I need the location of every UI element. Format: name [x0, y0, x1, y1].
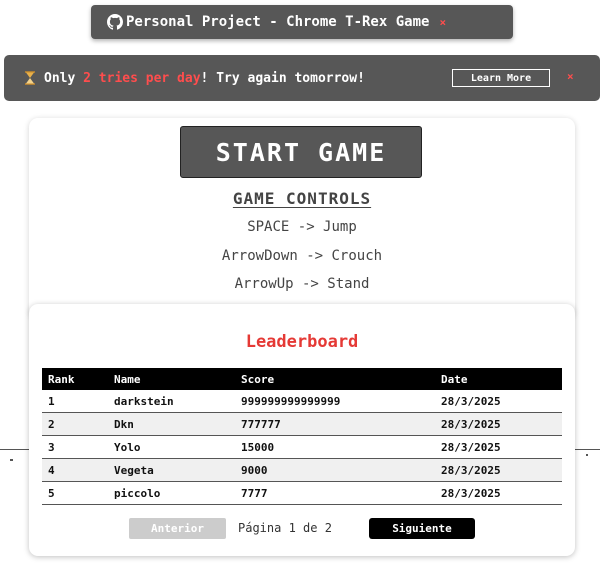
- leaderboard-panel: Leaderboard Rank Name Score Date 1 darks…: [29, 304, 575, 556]
- cell-rank: 3: [42, 435, 108, 459]
- github-project-banner[interactable]: Personal Project - Chrome T-Rex Game ×: [91, 5, 513, 39]
- column-header-date: Date: [435, 368, 562, 390]
- controls-title: GAME CONTROLS: [29, 189, 575, 208]
- hourglass-icon: [24, 71, 36, 85]
- cell-name: darkstein: [108, 390, 235, 413]
- table-row: 2 Dkn 777777 28/3/2025: [42, 412, 562, 436]
- control-jump: SPACE -> Jump: [247, 219, 357, 235]
- cell-date: 28/3/2025: [435, 481, 562, 505]
- limit-prefix: Only: [44, 70, 84, 86]
- next-page-button[interactable]: Siguiente: [369, 518, 475, 539]
- table-row: 4 Vegeta 9000 28/3/2025: [42, 458, 562, 482]
- cell-name: Vegeta: [108, 458, 235, 482]
- cell-score: 7777: [235, 481, 435, 505]
- column-header-score: Score: [235, 368, 435, 390]
- close-icon[interactable]: ×: [567, 70, 574, 83]
- cell-date: 28/3/2025: [435, 435, 562, 459]
- cell-score: 999999999999999: [235, 390, 435, 413]
- cell-score: 777777: [235, 412, 435, 436]
- cell-rank: 4: [42, 458, 108, 482]
- limit-message: Only 2 tries per day! Try again tomorrow…: [44, 71, 365, 86]
- start-game-button[interactable]: START GAME: [180, 126, 422, 178]
- table-row: 5 piccolo 7777 28/3/2025: [42, 481, 562, 505]
- cell-date: 28/3/2025: [435, 390, 562, 413]
- github-icon: [107, 14, 123, 30]
- tries-limit-banner: Only 2 tries per day! Try again tomorrow…: [4, 55, 600, 101]
- leaderboard-table: Rank Name Score Date 1 darkstein 9999999…: [42, 368, 562, 505]
- cell-score: 15000: [235, 435, 435, 459]
- cell-score: 9000: [235, 458, 435, 482]
- ground-pebble: [586, 454, 588, 456]
- cell-date: 28/3/2025: [435, 412, 562, 436]
- cell-rank: 5: [42, 481, 108, 505]
- game-panel: START GAME GAME CONTROLS SPACE -> Jump A…: [29, 118, 575, 318]
- table-row: 3 Yolo 15000 28/3/2025: [42, 435, 562, 459]
- previous-page-button[interactable]: Anterior: [129, 518, 226, 539]
- table-header-row: Rank Name Score Date: [42, 368, 562, 390]
- cell-rank: 2: [42, 412, 108, 436]
- cell-rank: 1: [42, 390, 108, 413]
- cell-name: Yolo: [108, 435, 235, 459]
- controls-title-text: GAME CONTROLS: [232, 189, 372, 208]
- close-icon[interactable]: ×: [439, 16, 446, 29]
- github-banner-text[interactable]: Personal Project - Chrome T-Rex Game: [126, 14, 429, 30]
- cell-name: piccolo: [108, 481, 235, 505]
- ground-pebble: [10, 459, 13, 461]
- page-indicator: Página 1 de 2: [238, 521, 332, 535]
- control-stand: ArrowUp -> Stand: [234, 276, 370, 292]
- control-crouch: ArrowDown -> Crouch: [221, 248, 383, 264]
- limit-suffix: ! Try again tomorrow!: [200, 70, 365, 86]
- column-header-rank: Rank: [42, 368, 108, 390]
- pagination: Anterior Página 1 de 2 Siguiente: [29, 517, 575, 539]
- cell-date: 28/3/2025: [435, 458, 562, 482]
- table-row: 1 darkstein 999999999999999 28/3/2025: [42, 390, 562, 413]
- learn-more-button[interactable]: Learn More: [452, 69, 550, 87]
- leaderboard-title: Leaderboard: [245, 332, 359, 352]
- limit-highlight: 2 tries per day: [83, 70, 201, 86]
- cell-name: Dkn: [108, 412, 235, 436]
- column-header-name: Name: [108, 368, 235, 390]
